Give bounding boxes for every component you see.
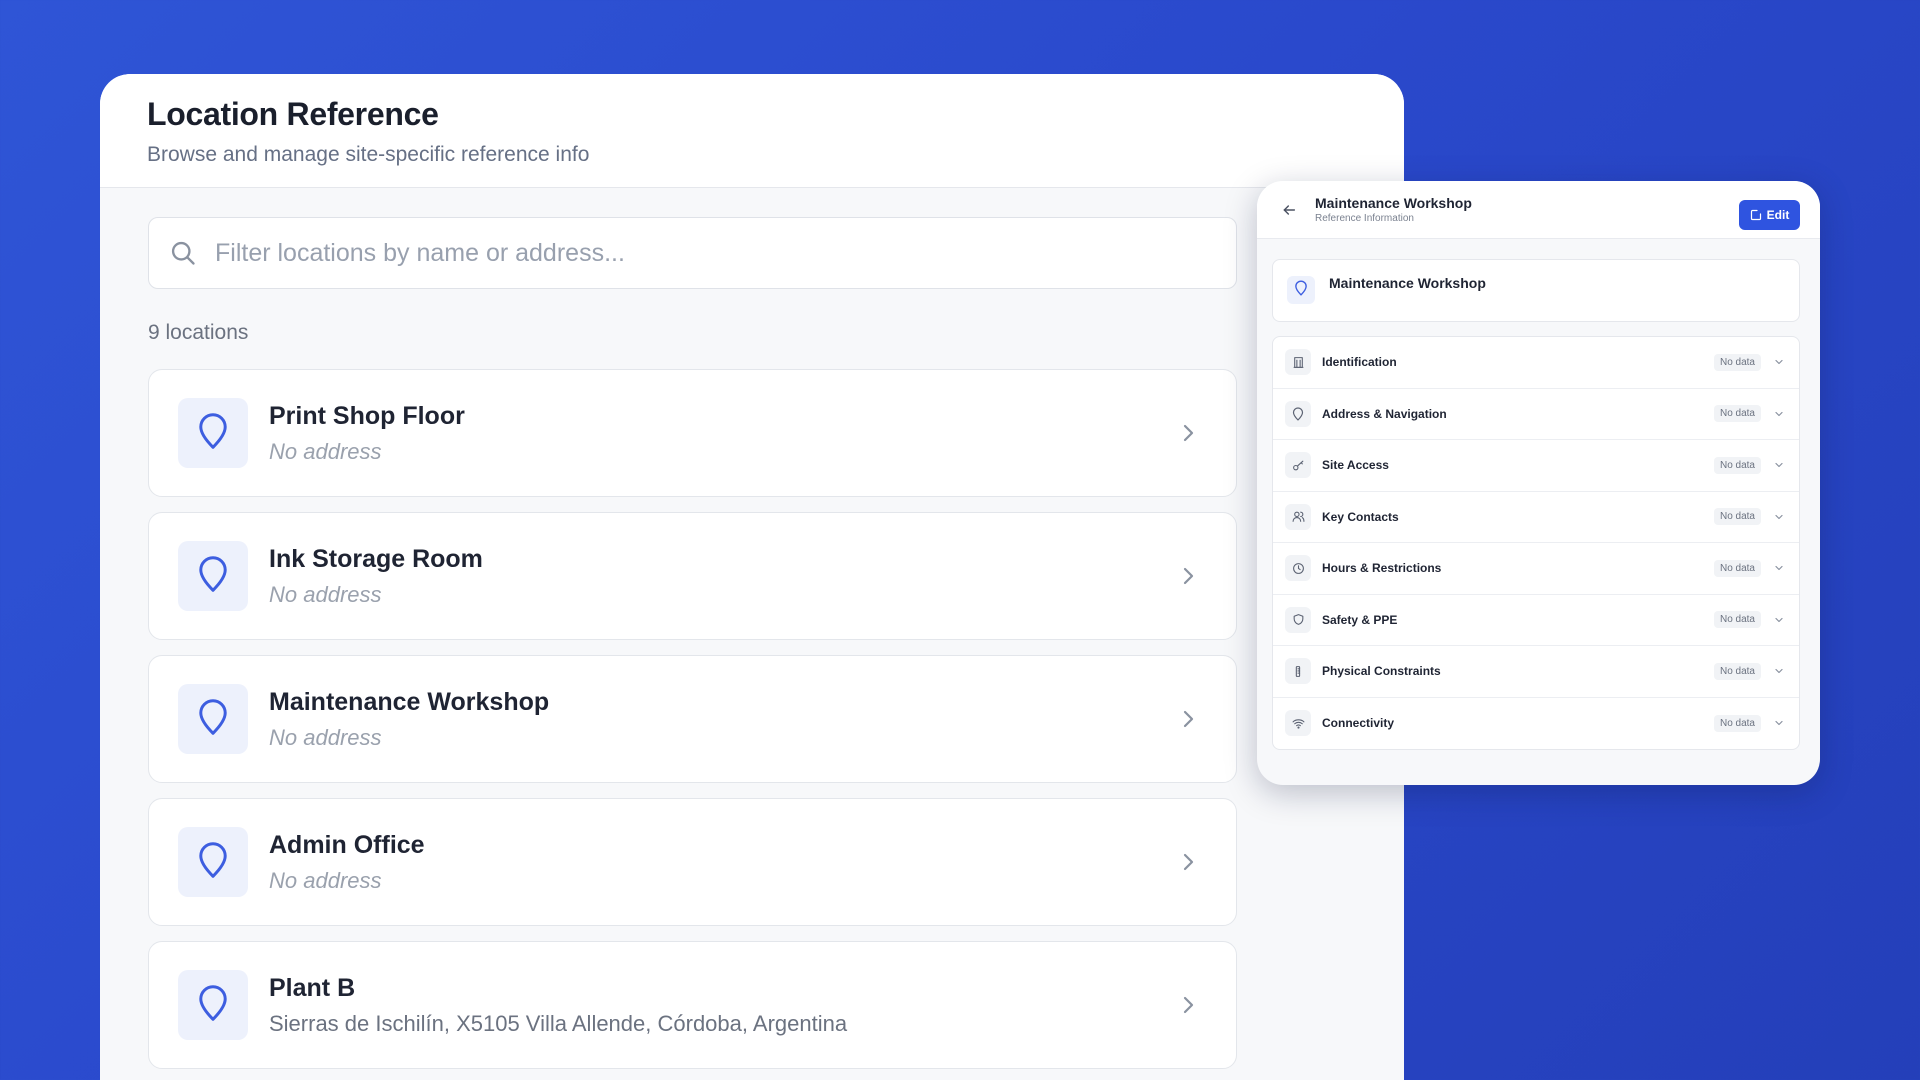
shield-icon: [1285, 606, 1311, 633]
location-name: Maintenance Workshop: [269, 687, 550, 716]
map-pin-icon: [196, 555, 230, 598]
section-label: Key Contacts: [1322, 509, 1399, 524]
building-icon: [1285, 349, 1311, 376]
status-badge: No data: [1713, 559, 1761, 577]
location-name: Print Shop Floor: [269, 401, 465, 430]
detail-subtitle: Reference Information: [1315, 213, 1414, 224]
location-card[interactable]: Admin Office No address: [148, 798, 1237, 926]
section-hours-restrictions[interactable]: Hours & Restrictions No data: [1273, 543, 1799, 595]
chevron-down-icon: [1773, 356, 1785, 368]
location-count: 9 locations: [148, 321, 249, 344]
edit-button[interactable]: Edit: [1739, 200, 1800, 230]
status-badge: No data: [1713, 405, 1761, 423]
section-identification[interactable]: Identification No data: [1273, 337, 1799, 389]
section-label: Address & Navigation: [1322, 406, 1447, 421]
location-address: No address: [269, 867, 382, 893]
edit-button-label: Edit: [1766, 208, 1790, 222]
chevron-down-icon: [1773, 665, 1785, 677]
back-arrow-icon[interactable]: [1279, 200, 1299, 220]
section-address-navigation[interactable]: Address & Navigation No data: [1273, 389, 1799, 440]
map-pin-icon: [196, 841, 230, 884]
status-badge: No data: [1713, 508, 1761, 526]
chevron-right-icon: [1176, 993, 1200, 1017]
map-pin-icon: [196, 412, 230, 455]
map-pin-icon: [1294, 280, 1308, 301]
section-label: Site Access: [1322, 458, 1389, 473]
location-icon-box: [1287, 276, 1315, 304]
location-name-card: Maintenance Workshop: [1272, 259, 1800, 322]
location-name: Maintenance Workshop: [1329, 275, 1486, 291]
detail-header: Maintenance Workshop Reference Informati…: [1257, 181, 1820, 239]
location-card[interactable]: Plant B Sierras de Ischilín, X5105 Villa…: [148, 941, 1237, 1069]
location-address: No address: [269, 724, 382, 750]
status-badge: No data: [1713, 662, 1761, 680]
chevron-right-icon: [1176, 564, 1200, 588]
map-pin-icon: [1285, 400, 1311, 427]
location-icon-box: [178, 827, 248, 897]
location-card[interactable]: Ink Storage Room No address: [148, 512, 1237, 640]
chevron-right-icon: [1176, 421, 1200, 445]
section-label: Identification: [1322, 355, 1397, 370]
location-name: Ink Storage Room: [269, 544, 483, 573]
search-box[interactable]: [148, 217, 1237, 289]
location-card[interactable]: Maintenance Workshop No address: [148, 655, 1237, 783]
map-pin-icon: [196, 698, 230, 741]
section-label: Connectivity: [1322, 716, 1395, 731]
key-icon: [1285, 452, 1311, 479]
chevron-down-icon: [1773, 562, 1785, 574]
chevron-down-icon: [1773, 459, 1785, 471]
location-name: Admin Office: [269, 830, 425, 859]
page-title: Location Reference: [147, 96, 439, 132]
detail-title: Maintenance Workshop: [1315, 195, 1472, 211]
chevron-down-icon: [1773, 614, 1785, 626]
wifi-icon: [1285, 710, 1311, 737]
chevron-right-icon: [1176, 850, 1200, 874]
ruler-icon: [1285, 658, 1311, 685]
status-badge: No data: [1713, 611, 1761, 629]
map-pin-icon: [196, 984, 230, 1027]
location-address: No address: [269, 438, 382, 464]
location-detail-panel: Maintenance Workshop Reference Informati…: [1257, 181, 1820, 785]
location-icon-box: [178, 398, 248, 468]
location-icon-box: [178, 684, 248, 754]
status-badge: No data: [1713, 714, 1761, 732]
page-subtitle: Browse and manage site-specific referenc…: [147, 143, 590, 166]
clock-icon: [1285, 555, 1311, 582]
edit-icon: [1750, 209, 1762, 221]
location-icon-box: [178, 541, 248, 611]
users-icon: [1285, 503, 1311, 530]
status-badge: No data: [1713, 456, 1761, 474]
chevron-down-icon: [1773, 408, 1785, 420]
search-input[interactable]: [215, 238, 1236, 268]
chevron-down-icon: [1773, 717, 1785, 729]
section-key-contacts[interactable]: Key Contacts No data: [1273, 492, 1799, 543]
location-name: Plant B: [269, 973, 356, 1002]
section-label: Physical Constraints: [1322, 664, 1441, 679]
detail-body: Maintenance Workshop Identification No d…: [1257, 239, 1820, 750]
location-list-panel: Location Reference Browse and manage sit…: [100, 74, 1404, 1080]
search-icon: [169, 239, 197, 267]
reference-sections: Identification No data Address & Navigat…: [1272, 336, 1800, 750]
section-site-access[interactable]: Site Access No data: [1273, 440, 1799, 492]
section-safety-ppe[interactable]: Safety & PPE No data: [1273, 595, 1799, 646]
location-address: Sierras de Ischilín, X5105 Villa Allende…: [269, 1010, 848, 1036]
status-badge: No data: [1713, 353, 1761, 371]
location-card[interactable]: Print Shop Floor No address: [148, 369, 1237, 497]
location-list: Print Shop Floor No address Ink Storage …: [148, 369, 1404, 1069]
location-icon-box: [178, 970, 248, 1040]
section-physical-constraints[interactable]: Physical Constraints No data: [1273, 646, 1799, 698]
main-body: 9 locations Print Shop Floor No address: [100, 188, 1404, 1069]
chevron-down-icon: [1773, 511, 1785, 523]
section-label: Hours & Restrictions: [1322, 561, 1442, 576]
location-address: No address: [269, 581, 382, 607]
section-label: Safety & PPE: [1322, 612, 1398, 627]
section-connectivity[interactable]: Connectivity No data: [1273, 698, 1799, 750]
page-header: Location Reference Browse and manage sit…: [100, 74, 1404, 188]
chevron-right-icon: [1176, 707, 1200, 731]
